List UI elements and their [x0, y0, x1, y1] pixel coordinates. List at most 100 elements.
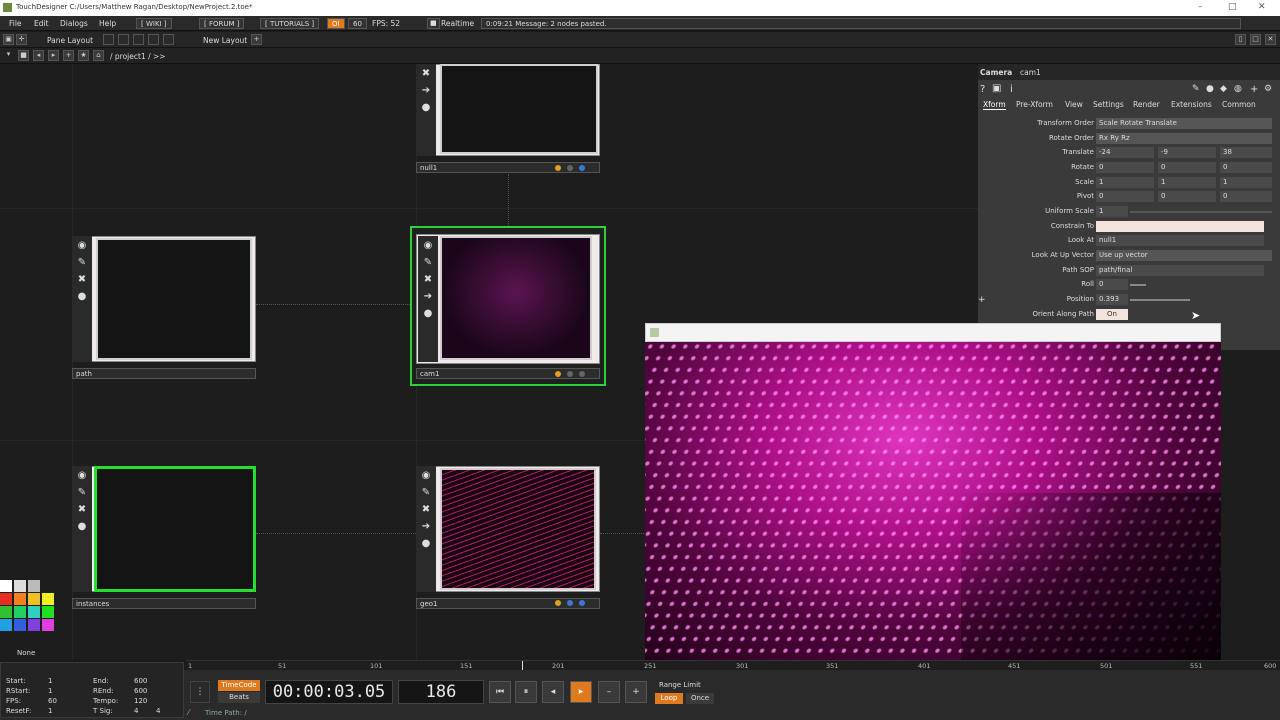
edit-icon[interactable]: ✎	[75, 256, 89, 270]
split-icon[interactable]: ✛	[16, 34, 27, 45]
arrow-right-icon[interactable]: ➔	[421, 290, 435, 304]
tab-view[interactable]: View	[1065, 100, 1083, 109]
transform-order-select[interactable]: Scale Rotate Translate	[1096, 118, 1272, 129]
swatch-grey[interactable]	[28, 580, 40, 592]
rotate-y-field[interactable]: 0	[1158, 162, 1216, 173]
start-field[interactable]: 1	[48, 677, 52, 685]
op-name[interactable]: cam1	[1020, 68, 1041, 77]
rstart-field[interactable]: 1	[48, 687, 52, 695]
flag-dot[interactable]	[567, 371, 573, 377]
constrain-to-field[interactable]	[1096, 221, 1264, 232]
loop-toggle[interactable]: Loop	[655, 693, 683, 704]
position-slider[interactable]	[1130, 299, 1190, 301]
menu-help[interactable]: Help	[99, 19, 116, 28]
swatch-green[interactable]	[0, 606, 12, 618]
pause-icon[interactable]: ⏸	[515, 681, 537, 703]
swatch-red[interactable]	[0, 593, 12, 605]
rotate-x-field[interactable]: 0	[1096, 162, 1154, 173]
layout-2-icon[interactable]	[118, 34, 129, 45]
scale-y-field[interactable]: 1	[1158, 177, 1216, 188]
scale-x-field[interactable]: 1	[1096, 177, 1154, 188]
fps-cap-field[interactable]: 60	[348, 18, 367, 29]
flag-dot[interactable]	[579, 600, 585, 606]
close-icon[interactable]: ✖	[419, 503, 433, 517]
swatch-white[interactable]	[0, 580, 12, 592]
comment-icon[interactable]: ●	[1206, 84, 1214, 94]
render-viewer-window[interactable]	[645, 323, 1221, 663]
roll-slider[interactable]	[1130, 284, 1146, 286]
forward-icon[interactable]: ▸	[48, 50, 59, 61]
fps-field[interactable]: 60	[48, 697, 57, 705]
step-back-icon[interactable]: ◂	[542, 681, 564, 703]
bookmark-icon[interactable]: ★	[78, 50, 89, 61]
uniform-scale-slider[interactable]	[1130, 211, 1272, 213]
timeline-ruler[interactable]: 1 51 101 151 201 251 301 351 401 451 501…	[186, 660, 1280, 671]
decrement-icon[interactable]: –	[598, 681, 620, 703]
arrow-right-icon[interactable]: ➔	[419, 84, 433, 98]
node-label[interactable]: path	[72, 368, 256, 379]
tab-common[interactable]: Common	[1222, 100, 1256, 109]
flag-dot[interactable]	[555, 600, 561, 606]
node-path[interactable]: ◉ ✎ ✖ ● path	[72, 236, 256, 380]
add-icon[interactable]: +	[978, 295, 986, 305]
tab-xform[interactable]: Xform	[983, 100, 1006, 110]
pivot-y-field[interactable]: 0	[1158, 191, 1216, 202]
close-icon[interactable]: ✖	[419, 67, 433, 81]
end-field[interactable]: 600	[134, 677, 147, 685]
add-icon[interactable]: +	[63, 50, 74, 61]
scale-z-field[interactable]: 1	[1220, 177, 1272, 188]
viewer-title-bar[interactable]	[645, 323, 1221, 342]
orient-toggle[interactable]: On	[1096, 309, 1128, 320]
close-icon[interactable]: ✖	[421, 273, 435, 287]
node-geo1[interactable]: ◉ ✎ ✖ ➔ ● geo1	[416, 466, 600, 610]
rotate-z-field[interactable]: 0	[1220, 162, 1272, 173]
swatch-orange[interactable]	[14, 593, 26, 605]
lock-icon[interactable]: ●	[419, 537, 433, 551]
viewer-icon[interactable]: ◉	[419, 469, 433, 483]
add-layout-icon[interactable]: +	[251, 34, 262, 45]
resetf-field[interactable]: 1	[48, 707, 52, 715]
rotate-order-select[interactable]: Rx Ry Rz	[1096, 133, 1272, 144]
increment-icon[interactable]: +	[625, 681, 647, 703]
swatch-lime[interactable]	[14, 606, 26, 618]
close-icon[interactable]: ✖	[75, 273, 89, 287]
edit-icon[interactable]: ✎	[421, 256, 435, 270]
gear-icon[interactable]: ⚙	[1264, 84, 1272, 94]
pivot-z-field[interactable]: 0	[1220, 191, 1272, 202]
pivot-x-field[interactable]: 0	[1096, 191, 1154, 202]
lock-icon[interactable]: ●	[75, 520, 89, 534]
close-icon[interactable]: ✕	[1258, 2, 1266, 12]
maximize-icon[interactable]: □	[1228, 2, 1237, 12]
tempo-field[interactable]: 120	[134, 697, 147, 705]
edit-icon[interactable]: ✎	[75, 486, 89, 500]
frame-display[interactable]: 186	[398, 680, 484, 704]
tab-render[interactable]: Render	[1133, 100, 1160, 109]
home-icon[interactable]: ⌂	[93, 50, 104, 61]
add-icon[interactable]: +	[1250, 84, 1258, 95]
roll-field[interactable]: 0	[1096, 279, 1128, 290]
swatch-bright-green[interactable]	[42, 606, 54, 618]
pane-restore-icon[interactable]: ▯	[1235, 34, 1246, 45]
tab-pre-xform[interactable]: Pre-Xform	[1016, 100, 1053, 109]
op-help-icon[interactable]: ▣	[992, 83, 1001, 94]
look-at-field[interactable]: null1	[1096, 235, 1264, 246]
tutorials-button[interactable]: [ TUTORIALS ]	[260, 18, 320, 29]
play-icon[interactable]: ▸	[570, 681, 592, 703]
viewer-icon[interactable]: ◉	[421, 239, 435, 253]
lock-icon[interactable]: ●	[75, 290, 89, 304]
layout-4-icon[interactable]	[148, 34, 159, 45]
minimize-icon[interactable]: –	[1198, 2, 1203, 12]
globe-icon[interactable]: ◍	[1234, 84, 1242, 94]
flag-dot[interactable]	[579, 165, 585, 171]
swatch-yellow[interactable]	[42, 593, 54, 605]
swatch-amber[interactable]	[28, 593, 40, 605]
tab-settings[interactable]: Settings	[1093, 100, 1124, 109]
node-instances[interactable]: ◉ ✎ ✖ ● instances	[72, 466, 256, 610]
viewer-icon[interactable]: ◉	[75, 469, 89, 483]
swatch-magenta[interactable]	[42, 619, 54, 631]
menu-edit[interactable]: Edit	[34, 19, 49, 28]
tab-extensions[interactable]: Extensions	[1171, 100, 1212, 109]
pencil-icon[interactable]: ✎	[1192, 84, 1200, 94]
translate-y-field[interactable]: -9	[1158, 147, 1216, 158]
flag-dot[interactable]	[567, 600, 573, 606]
